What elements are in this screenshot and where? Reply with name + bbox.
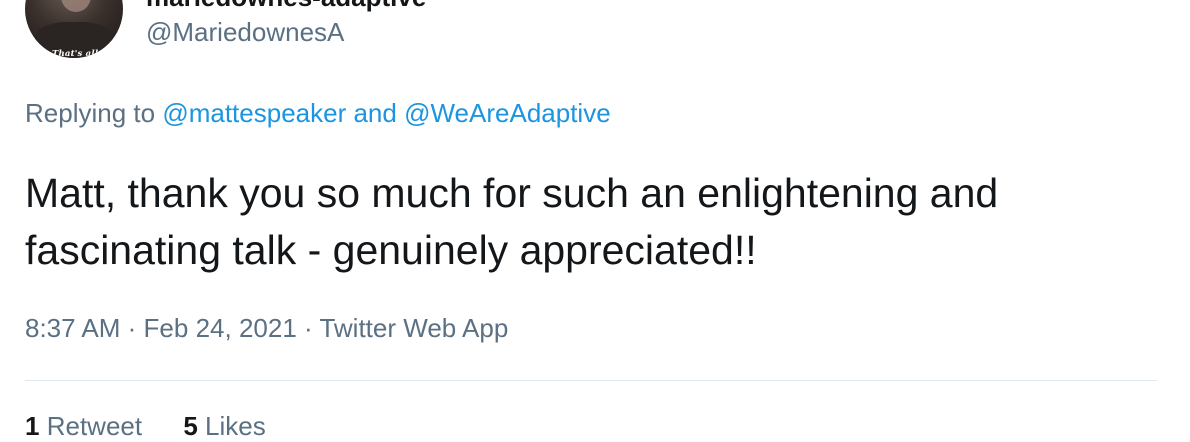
avatar-caption: That's all <box>52 49 99 58</box>
author-handle[interactable]: @MariedownesA <box>146 17 344 48</box>
tweet-meta: 8:37 AM · Feb 24, 2021 · Twitter Web App <box>25 313 508 344</box>
tweet-date[interactable]: Feb 24, 2021 <box>144 313 297 343</box>
retweets-stat[interactable]: 1 Retweet <box>25 411 142 441</box>
tweet-text: Matt, thank you so much for such an enli… <box>25 170 999 273</box>
mention-link-weareadaptive[interactable]: @WeAreAdaptive <box>404 98 611 128</box>
tweet-time[interactable]: 8:37 AM <box>25 313 120 343</box>
retweets-count: 1 <box>25 411 40 441</box>
tweet-stats: 1 Retweet 5 Likes <box>25 411 300 442</box>
divider <box>25 380 1157 381</box>
mention-link-mattespeaker[interactable]: @mattespeaker <box>162 98 346 128</box>
author-display-name[interactable]: mariedownes-adaptive <box>146 0 426 13</box>
likes-stat[interactable]: 5 Likes <box>183 411 265 441</box>
avatar-face <box>61 0 91 12</box>
meta-separator: · <box>127 313 137 343</box>
mention-joiner[interactable]: and <box>353 98 396 128</box>
tweet-source-link[interactable]: Twitter Web App <box>319 313 508 343</box>
meta-separator: · <box>304 313 313 343</box>
replying-prefix: Replying to <box>25 98 156 128</box>
likes-count: 5 <box>183 411 198 441</box>
likes-label: Likes <box>205 411 266 441</box>
avatar[interactable]: That's all <box>25 0 123 58</box>
replying-to-line: Replying to @mattespeaker and @WeAreAdap… <box>25 98 611 129</box>
retweets-label: Retweet <box>46 411 143 441</box>
